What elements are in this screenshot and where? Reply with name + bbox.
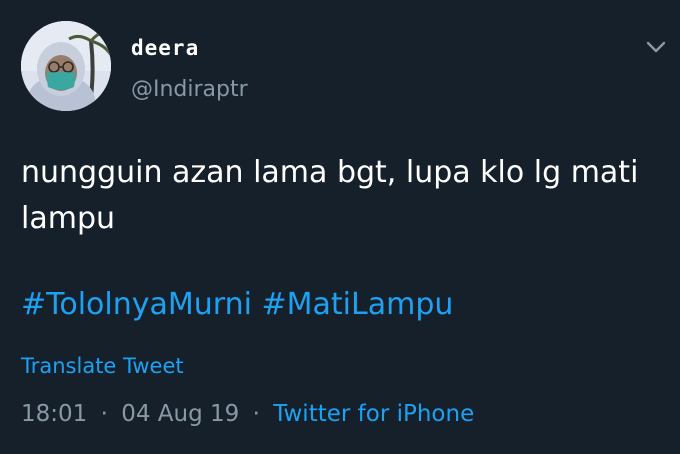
translate-tweet-link[interactable]: Translate Tweet: [21, 354, 184, 378]
tweet-text: nungguin azan lama bgt, lupa klo lg mati…: [21, 155, 639, 236]
tweet-date: 04 Aug 19: [121, 401, 240, 427]
tweet-hashtags: #TololnyaMurni #MatiLampu: [21, 285, 453, 325]
tweet-meta: 18:01 · 04 Aug 19 · Twitter for iPhone: [21, 401, 474, 427]
tweet-time: 18:01: [21, 401, 88, 427]
meta-separator: ·: [100, 401, 108, 427]
hashtag-link[interactable]: #MatiLampu: [262, 287, 454, 322]
avatar[interactable]: [21, 21, 111, 111]
hashtag-link[interactable]: #TololnyaMurni: [21, 287, 252, 322]
user-handle[interactable]: @Indiraptr: [131, 77, 248, 102]
avatar-image: [21, 21, 111, 111]
chevron-down-icon[interactable]: [644, 38, 668, 56]
tweet-source-link[interactable]: Twitter for iPhone: [273, 401, 474, 427]
meta-separator: ·: [252, 401, 260, 427]
display-name[interactable]: deera: [131, 36, 199, 60]
